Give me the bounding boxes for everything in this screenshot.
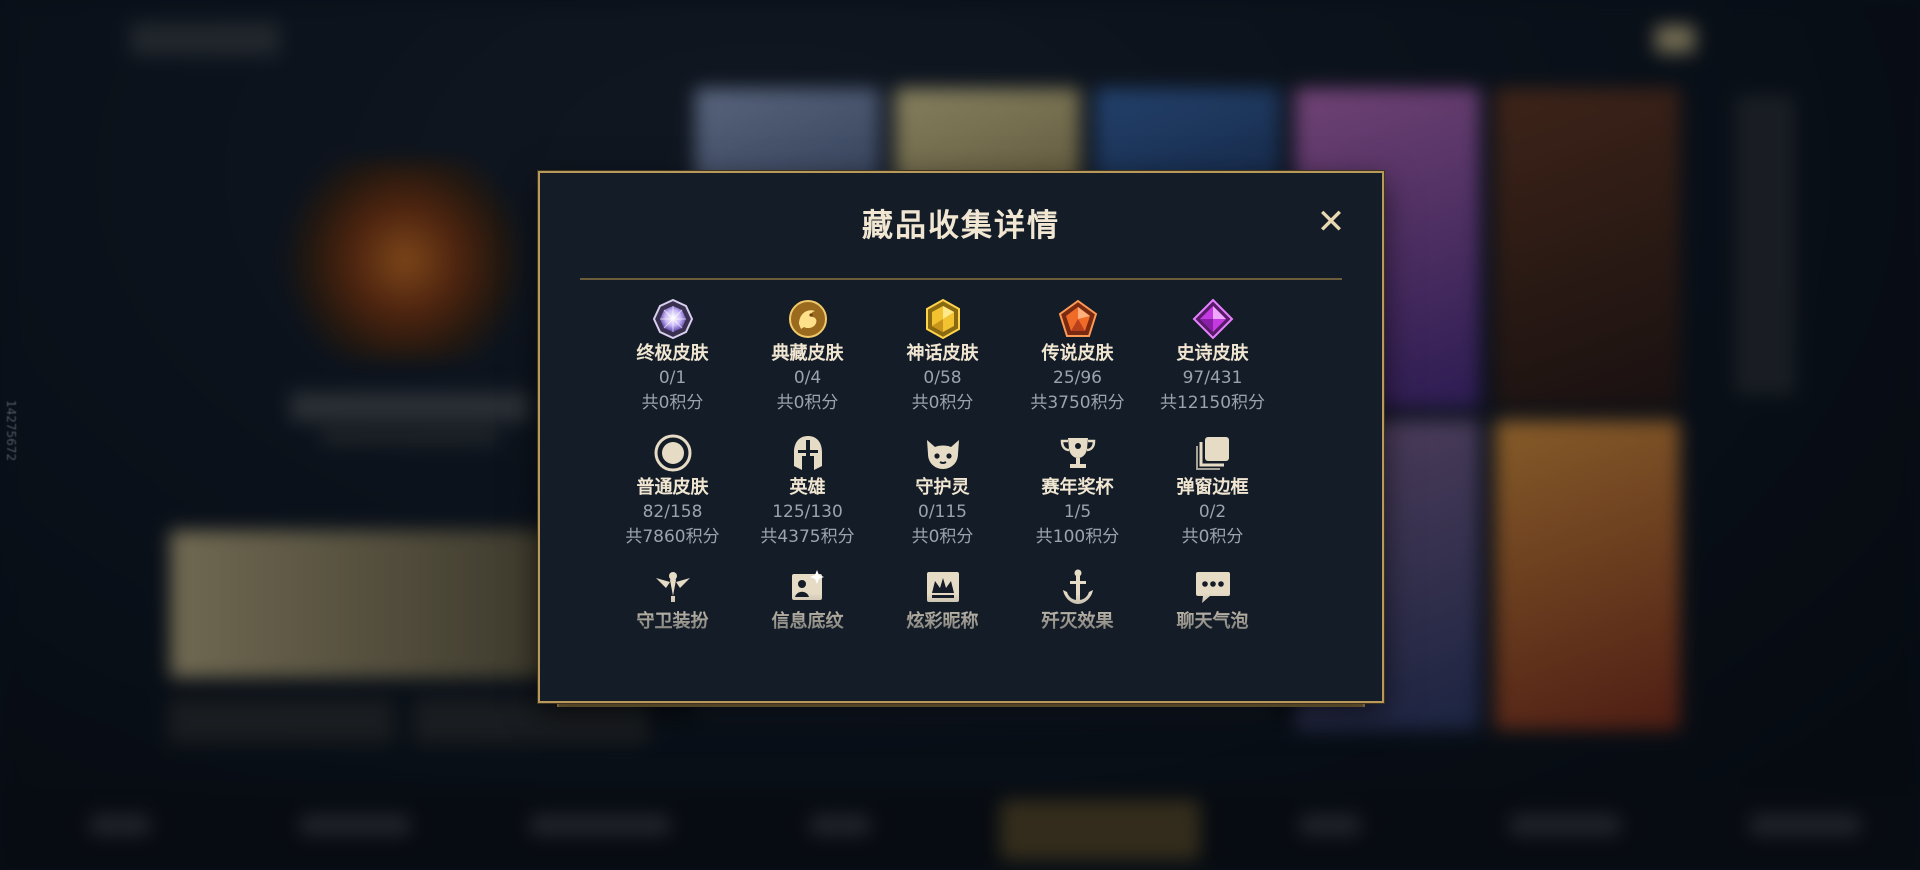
collection-item[interactable]: 信息底纹 bbox=[740, 566, 875, 680]
close-button[interactable]: ✕ bbox=[1314, 205, 1348, 239]
collection-item-count: 25/96 bbox=[1053, 368, 1102, 388]
regular-skin-icon bbox=[652, 432, 694, 474]
collection-item-points: 共100积分 bbox=[1035, 527, 1120, 547]
collection-item-name: 歼灭效果 bbox=[1041, 611, 1114, 632]
collection-item-count: 0/58 bbox=[923, 368, 962, 388]
collection-item-name: 终极皮肤 bbox=[636, 343, 709, 364]
collection-item-name: 赛年奖杯 bbox=[1041, 477, 1114, 498]
collection-item[interactable]: 炫彩昵称 bbox=[875, 566, 1010, 680]
collection-item[interactable]: 神话皮肤 0/58 共0积分 bbox=[875, 298, 1010, 413]
trophy-icon bbox=[1057, 432, 1099, 474]
collection-grid: 终极皮肤 0/1 共0积分 典藏皮肤 0/4 共0积分 神话皮肤 0/58 共0积分 传说皮肤 25… bbox=[605, 298, 1280, 680]
collection-item-count: 125/130 bbox=[772, 502, 843, 522]
frame-icon bbox=[1192, 432, 1234, 474]
banner-icon bbox=[787, 566, 829, 608]
collection-item-points: 共0积分 bbox=[641, 393, 704, 413]
collection-item-points: 共0积分 bbox=[1181, 527, 1244, 547]
collection-item-name: 英雄 bbox=[789, 477, 826, 498]
collection-item[interactable]: 英雄 125/130 共4375积分 bbox=[740, 432, 875, 547]
collection-item-name: 弹窗边框 bbox=[1176, 477, 1249, 498]
collection-item-count: 0/2 bbox=[1198, 502, 1227, 522]
collection-item-count: 82/158 bbox=[642, 502, 703, 522]
collection-item-count: 0/4 bbox=[793, 368, 822, 388]
prestige-skin-icon bbox=[787, 298, 829, 340]
collection-item[interactable]: 守护灵 0/115 共0积分 bbox=[875, 432, 1010, 547]
collection-item-name: 神话皮肤 bbox=[906, 343, 979, 364]
collection-item[interactable]: 典藏皮肤 0/4 共0积分 bbox=[740, 298, 875, 413]
collection-item-points: 共0积分 bbox=[911, 527, 974, 547]
guardian-icon bbox=[922, 432, 964, 474]
chat-bubble-icon bbox=[1192, 566, 1234, 608]
collection-item-name: 普通皮肤 bbox=[636, 477, 709, 498]
mythic-skin-icon bbox=[922, 298, 964, 340]
collection-item[interactable]: 守卫装扮 bbox=[605, 566, 740, 680]
collection-item-name: 史诗皮肤 bbox=[1176, 343, 1249, 364]
collection-item-points: 共0积分 bbox=[911, 393, 974, 413]
collection-item[interactable]: 普通皮肤 82/158 共7860积分 bbox=[605, 432, 740, 547]
ward-skin-icon bbox=[652, 566, 694, 608]
collection-item-points: 共0积分 bbox=[776, 393, 839, 413]
collection-item-name: 守护灵 bbox=[915, 477, 970, 498]
collection-item-name: 传说皮肤 bbox=[1041, 343, 1114, 364]
collection-item-points: 共4375积分 bbox=[760, 527, 855, 547]
collection-item-count: 1/5 bbox=[1063, 502, 1092, 522]
collection-item-name: 典藏皮肤 bbox=[771, 343, 844, 364]
collection-item-count: 0/1 bbox=[658, 368, 687, 388]
collection-item-points: 共12150积分 bbox=[1159, 393, 1266, 413]
legendary-skin-icon bbox=[1057, 298, 1099, 340]
collection-item[interactable]: 终极皮肤 0/1 共0积分 bbox=[605, 298, 740, 413]
collection-item-points: 共3750积分 bbox=[1030, 393, 1125, 413]
collection-item-name: 守卫装扮 bbox=[636, 611, 709, 632]
collection-item[interactable]: 史诗皮肤 97/431 共12150积分 bbox=[1145, 298, 1280, 413]
collection-item[interactable]: 歼灭效果 bbox=[1010, 566, 1145, 680]
collection-item-count: 97/431 bbox=[1182, 368, 1243, 388]
collection-item-points: 共7860积分 bbox=[625, 527, 720, 547]
side-id-text: 14275672 bbox=[4, 400, 18, 462]
title-divider bbox=[580, 278, 1342, 280]
finisher-icon bbox=[1057, 566, 1099, 608]
collection-item[interactable]: 传说皮肤 25/96 共3750积分 bbox=[1010, 298, 1145, 413]
collection-item[interactable]: 聊天气泡 bbox=[1145, 566, 1280, 680]
collection-grid-scroll[interactable]: 终极皮肤 0/1 共0积分 典藏皮肤 0/4 共0积分 神话皮肤 0/58 共0积分 传说皮肤 25… bbox=[540, 298, 1382, 683]
collection-item-name: 信息底纹 bbox=[771, 611, 844, 632]
collection-item-name: 聊天气泡 bbox=[1176, 611, 1249, 632]
collection-item[interactable]: 赛年奖杯 1/5 共100积分 bbox=[1010, 432, 1145, 547]
collection-details-dialog: 藏品收集详情 ✕ 终极皮肤 0/1 共0积分 典藏皮肤 0/4 共0积分 神话皮肤 0/58 共… bbox=[538, 171, 1384, 703]
ultimate-skin-icon bbox=[652, 298, 694, 340]
nickname-icon bbox=[922, 566, 964, 608]
dialog-title: 藏品收集详情 bbox=[862, 208, 1060, 244]
epic-skin-icon bbox=[1192, 298, 1234, 340]
collection-item[interactable]: 弹窗边框 0/2 共0积分 bbox=[1145, 432, 1280, 547]
champion-icon bbox=[787, 432, 829, 474]
collection-item-name: 炫彩昵称 bbox=[906, 611, 979, 632]
collection-item-count: 0/115 bbox=[918, 502, 967, 522]
